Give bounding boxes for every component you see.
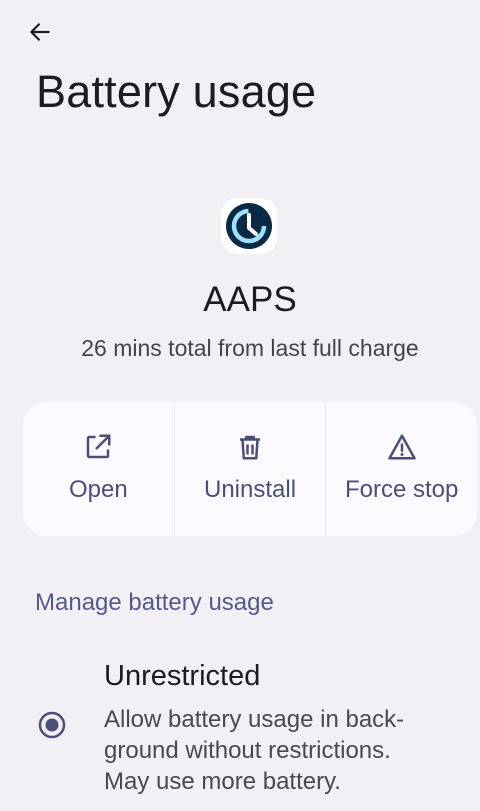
back-button[interactable] <box>18 12 62 52</box>
uninstall-button[interactable]: Uninstall <box>173 402 326 536</box>
app-actions-card: Open Uninstall Force stop <box>23 402 477 536</box>
arrow-back-icon <box>30 23 50 41</box>
open-label: Open <box>68 476 128 503</box>
open-button[interactable]: Open <box>23 402 174 536</box>
description-line: May use more battery. <box>104 768 341 795</box>
uninstall-label: Uninstall <box>203 476 297 503</box>
manage-battery-section-header: Manage battery usage <box>35 589 274 616</box>
aaps-app-icon <box>221 198 277 254</box>
description-line: Allow battery usage in back- <box>104 706 405 733</box>
force-stop-button[interactable]: Force stop <box>325 402 477 536</box>
open-external-icon <box>87 434 111 459</box>
trash-icon <box>240 435 260 460</box>
option-unrestricted-title[interactable]: Unrestricted <box>104 660 260 693</box>
description-line: ground without restrictions. <box>104 737 391 764</box>
app-usage-summary: 26 mins total from last full charge <box>81 335 419 361</box>
option-unrestricted-description: Allow battery usage in back- ground with… <box>104 704 464 797</box>
force-stop-label: Force stop <box>344 476 459 503</box>
warning-icon <box>387 434 416 460</box>
radio-button-selected[interactable] <box>38 711 66 739</box>
page-title: Battery usage <box>36 66 317 117</box>
app-name: AAPS <box>203 280 297 319</box>
